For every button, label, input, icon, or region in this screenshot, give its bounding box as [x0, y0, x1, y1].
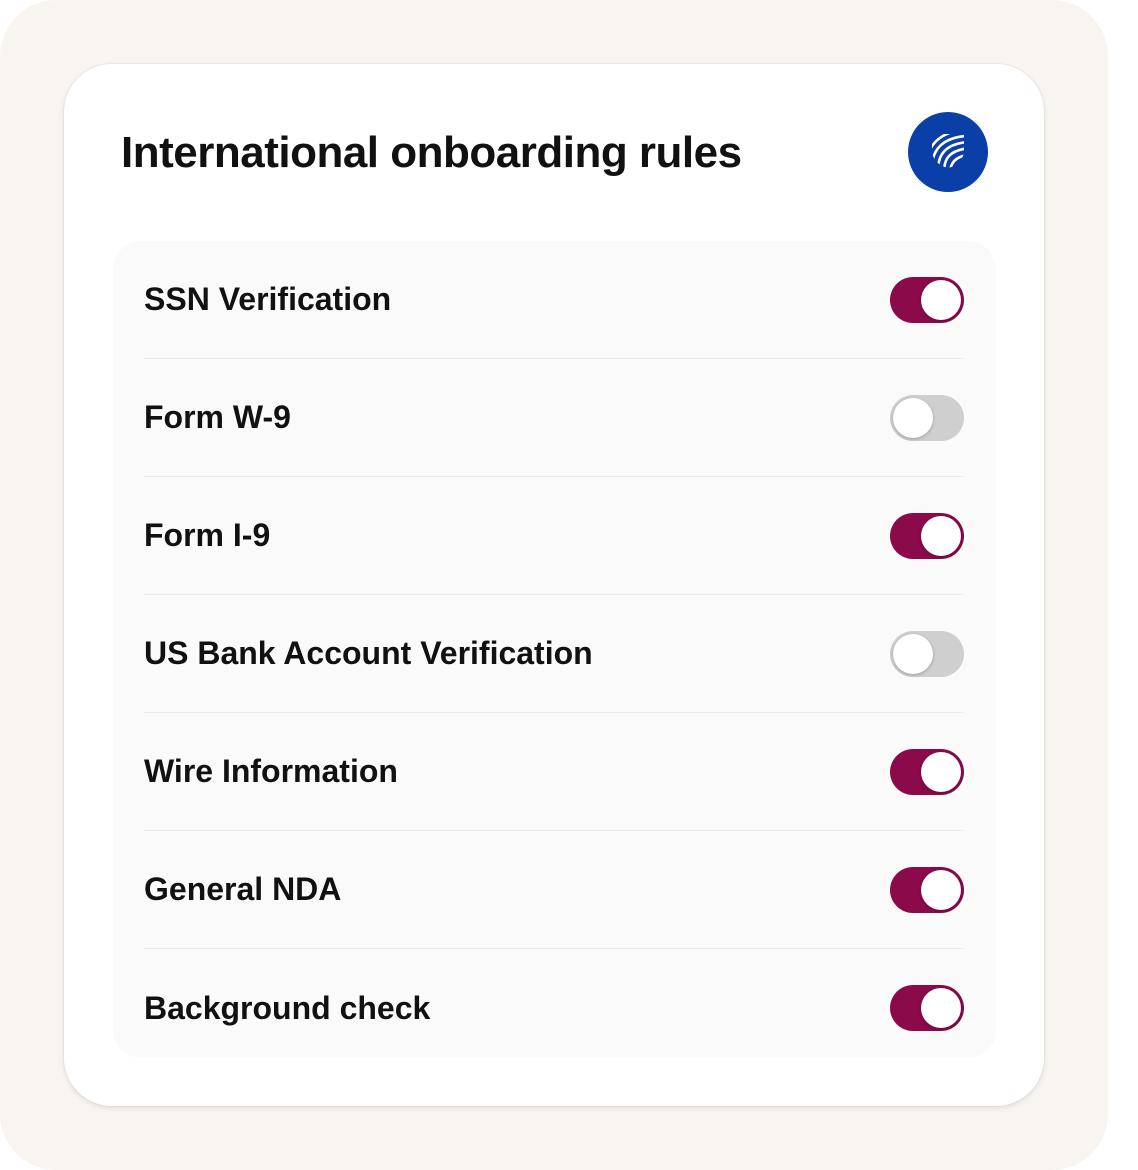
general-nda-toggle[interactable]	[890, 866, 964, 913]
shield-stripes-icon	[928, 130, 968, 175]
rule-row-wire-information: Wire Information	[144, 713, 964, 831]
rule-row-ssn-verification: SSN Verification	[144, 241, 964, 359]
toggle-knob	[921, 515, 961, 556]
rule-label: US Bank Account Verification	[144, 635, 593, 671]
form-i9-toggle[interactable]	[890, 512, 964, 559]
rule-label: Form I-9	[144, 517, 271, 553]
rules-list: SSN Verification Form W-9 Form I-9 US Ba…	[113, 241, 996, 1058]
onboarding-rules-card: International onboarding rules SSN Verif…	[64, 64, 1044, 1106]
background-check-toggle[interactable]	[890, 985, 964, 1031]
toggle-knob	[893, 633, 933, 674]
rule-label: SSN Verification	[144, 281, 392, 317]
company-logo	[908, 112, 988, 192]
toggle-knob	[921, 751, 961, 792]
rule-label: Wire Information	[144, 753, 398, 789]
toggle-knob	[921, 279, 961, 320]
rule-label: General NDA	[144, 871, 342, 907]
rule-row-form-w9: Form W-9	[144, 359, 964, 477]
form-w9-toggle[interactable]	[890, 394, 964, 441]
rule-label: Form W-9	[144, 399, 291, 435]
rule-row-general-nda: General NDA	[144, 831, 964, 949]
outer-frame: International onboarding rules SSN Verif…	[0, 0, 1108, 1170]
wire-information-toggle[interactable]	[890, 748, 964, 795]
toggle-knob	[921, 869, 961, 910]
rule-row-form-i9: Form I-9	[144, 477, 964, 595]
rule-row-background-check: Background check	[144, 949, 964, 1067]
toggle-knob	[921, 988, 961, 1028]
rule-label: Background check	[144, 989, 431, 1026]
toggle-knob	[893, 397, 933, 438]
us-bank-account-verification-toggle[interactable]	[890, 630, 964, 677]
ssn-verification-toggle[interactable]	[890, 276, 964, 323]
card-title: International onboarding rules	[121, 128, 742, 177]
rule-row-us-bank-account-verification: US Bank Account Verification	[144, 595, 964, 713]
